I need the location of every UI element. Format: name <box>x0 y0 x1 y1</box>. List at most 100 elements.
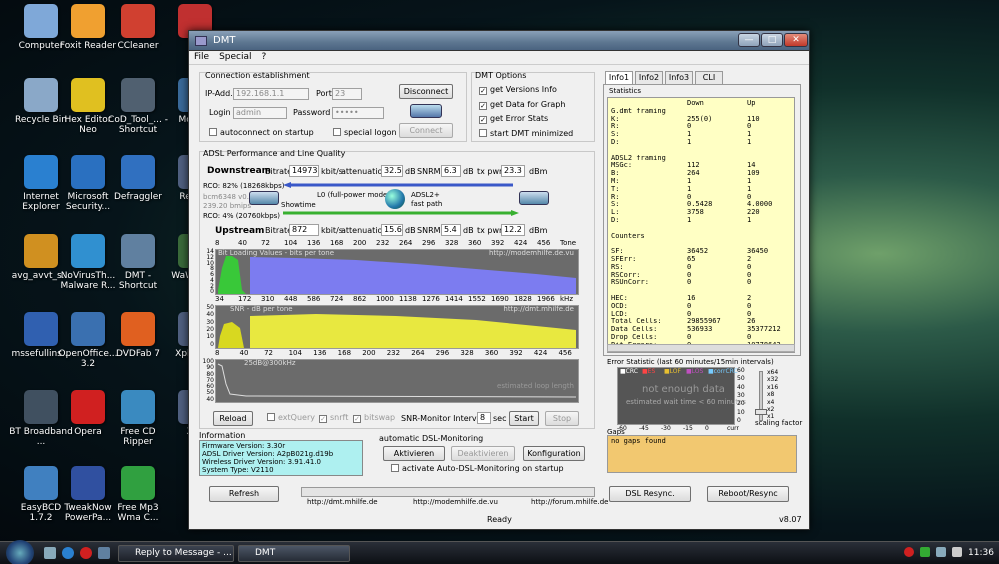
tray-volume-icon[interactable] <box>952 547 962 557</box>
scale-label: x32 <box>767 376 779 384</box>
rco-up: RCO: 4% (20760kbps) <box>203 212 281 220</box>
checkbox[interactable] <box>479 128 487 137</box>
tone-tick: 232 <box>376 239 390 247</box>
khz-tick: 34 <box>215 295 224 303</box>
taskbar-item-opera[interactable]: Reply to Message - ... <box>118 545 234 562</box>
link-forum[interactable]: http://forum.mhilfe.de <box>531 498 608 506</box>
tone-tick: 200 <box>362 349 376 357</box>
maximize-button[interactable]: □ <box>761 33 783 47</box>
stats-cell: Total Cells: <box>611 318 662 326</box>
stats-cell: OCD: <box>611 302 628 310</box>
info-line: Wireless Driver Version: 3.91.41.0 <box>202 458 321 466</box>
app-icon <box>24 312 58 346</box>
qln-chart: 25dB@300kHz estimated loop length <box>215 359 579 403</box>
stats-cell <box>611 225 687 233</box>
tone-tick: 72 <box>264 349 273 357</box>
info-title: Information <box>199 431 246 440</box>
khz-tick: 1690 <box>491 295 509 303</box>
app-icon <box>71 78 105 112</box>
option-checkbox[interactable]: ✓ get Data for Graph <box>479 100 565 110</box>
desktop-icon[interactable]: Free Mp3 Wma C... <box>105 466 171 523</box>
errstat-sub: estimated wait time < 60 minutes <box>626 398 746 406</box>
dmt-window: DMT — □ ✕ File Special? Connection establ… <box>188 30 810 530</box>
connect-button[interactable]: Connect <box>399 123 453 138</box>
dmt-quicklaunch-icon[interactable] <box>98 547 110 559</box>
menu-item[interactable]: ? <box>257 51 272 63</box>
link-modemhilfe[interactable]: http://modemhilfe.de.vu <box>413 498 498 506</box>
start-button[interactable]: Start <box>509 411 539 426</box>
snrft-checkbox[interactable]: ✓ snrft <box>319 413 348 423</box>
stats-header-cell: Up <box>747 99 756 107</box>
up-txpwr-label: tx pwr <box>477 226 503 235</box>
tab-info3[interactable]: Info3 <box>665 71 693 84</box>
snr-interval-field[interactable]: 8 <box>477 412 491 424</box>
reboot-button[interactable]: Reboot/Resync <box>707 486 789 502</box>
errstat-y-tick: 0 <box>737 416 741 424</box>
start-button[interactable] <box>6 540 34 564</box>
password-field[interactable]: ••••• <box>332 107 384 119</box>
ip-field[interactable]: 192.168.1.1 <box>233 88 309 100</box>
tone-tick: 8 <box>215 239 220 247</box>
deactivate-button[interactable]: Deaktivieren <box>451 446 515 461</box>
sec-label: sec <box>493 414 507 423</box>
khz-tick: 1000 <box>376 295 394 303</box>
menu-item[interactable]: File <box>189 51 214 63</box>
tab-info2[interactable]: Info2 <box>635 71 663 84</box>
scale-labels: x64 x32 x16 x8 x4 x2 x1 <box>767 369 795 421</box>
extquery-checkbox[interactable]: extQuery <box>267 413 315 422</box>
down-snrm-unit: dB <box>463 167 474 176</box>
bitswap-checkbox[interactable]: ✓ bitswap <box>353 413 395 423</box>
tone-tick: 8 <box>215 349 220 357</box>
chipset: bcm6348 v0.7 <box>203 193 254 201</box>
option-checkbox[interactable]: start DMT minimized <box>479 128 573 138</box>
activate-button[interactable]: Aktivieren <box>383 446 445 461</box>
tray-security-icon[interactable] <box>920 547 930 557</box>
stats-cell: 220 <box>747 208 760 217</box>
checkbox[interactable]: ✓ <box>479 116 487 124</box>
modem-icon <box>410 104 442 118</box>
stop-button[interactable]: Stop <box>545 411 579 426</box>
taskbar-item-dmt[interactable]: DMT <box>238 545 350 562</box>
errstat-y-tick: 30 <box>737 391 745 399</box>
tab-info1[interactable]: Info1 <box>605 71 633 84</box>
tray-network-icon[interactable] <box>936 547 946 557</box>
show-desktop-icon[interactable] <box>44 547 56 559</box>
opera-quicklaunch-icon[interactable] <box>80 547 92 559</box>
dsl-resync-button[interactable]: DSL Resync. <box>609 486 691 502</box>
login-field[interactable]: admin <box>233 107 287 119</box>
tone-tick: 168 <box>330 239 344 247</box>
down-txpwr-label: tx pwr <box>477 167 503 176</box>
desktop-icon-label: Free Mp3 Wma C... <box>117 503 159 523</box>
link-dmt[interactable]: http://dmt.mhilfe.de <box>307 498 378 506</box>
menu-item[interactable]: Special <box>214 51 256 63</box>
port-field[interactable]: 23 <box>332 88 362 100</box>
tone-tick: 360 <box>468 239 482 247</box>
statistics-box: Down Up G.dmt framing K: 255(0) 110 R: 0 0 S: 1 1 D:… <box>607 97 795 353</box>
stats-scrollbar[interactable] <box>607 344 795 352</box>
checkbox[interactable]: ✓ <box>479 101 487 110</box>
stats-cell: 16 <box>687 293 696 302</box>
tray-opera-icon[interactable] <box>904 547 914 557</box>
ie-quicklaunch-icon[interactable] <box>62 547 74 559</box>
stats-cell: RS: <box>611 263 624 271</box>
minimize-button[interactable]: — <box>738 33 760 47</box>
scale-slider-handle[interactable] <box>755 409 767 415</box>
option-checkbox[interactable]: ✓ get Error Stats <box>479 114 548 124</box>
tab-cli[interactable]: CLI <box>695 71 723 84</box>
auto-monitoring-checkbox[interactable]: activate Auto-DSL-Monitoring on startup <box>391 464 564 473</box>
disconnect-button[interactable]: Disconnect <box>399 84 453 99</box>
stats-cell: 2 <box>747 293 752 302</box>
config-button[interactable]: Konfiguration <box>523 446 585 461</box>
option-label: get Data for Graph <box>490 99 566 109</box>
bit-chart-title: Bit Loading Values - bits per tone <box>218 249 335 257</box>
app-icon <box>71 390 105 424</box>
stats-cell: 36452 <box>687 247 709 256</box>
special-logon-checkbox[interactable]: special logon <box>333 128 397 137</box>
close-button[interactable]: ✕ <box>784 33 808 47</box>
refresh-button[interactable]: Refresh <box>209 486 279 502</box>
errstat-x-tick: -45 <box>639 425 649 432</box>
option-checkbox[interactable]: ✓ get Versions Info <box>479 85 557 95</box>
autoconnect-checkbox[interactable]: autoconnect on startup <box>209 128 314 137</box>
reload-button[interactable]: Reload <box>213 411 253 426</box>
checkbox[interactable]: ✓ <box>479 87 487 95</box>
